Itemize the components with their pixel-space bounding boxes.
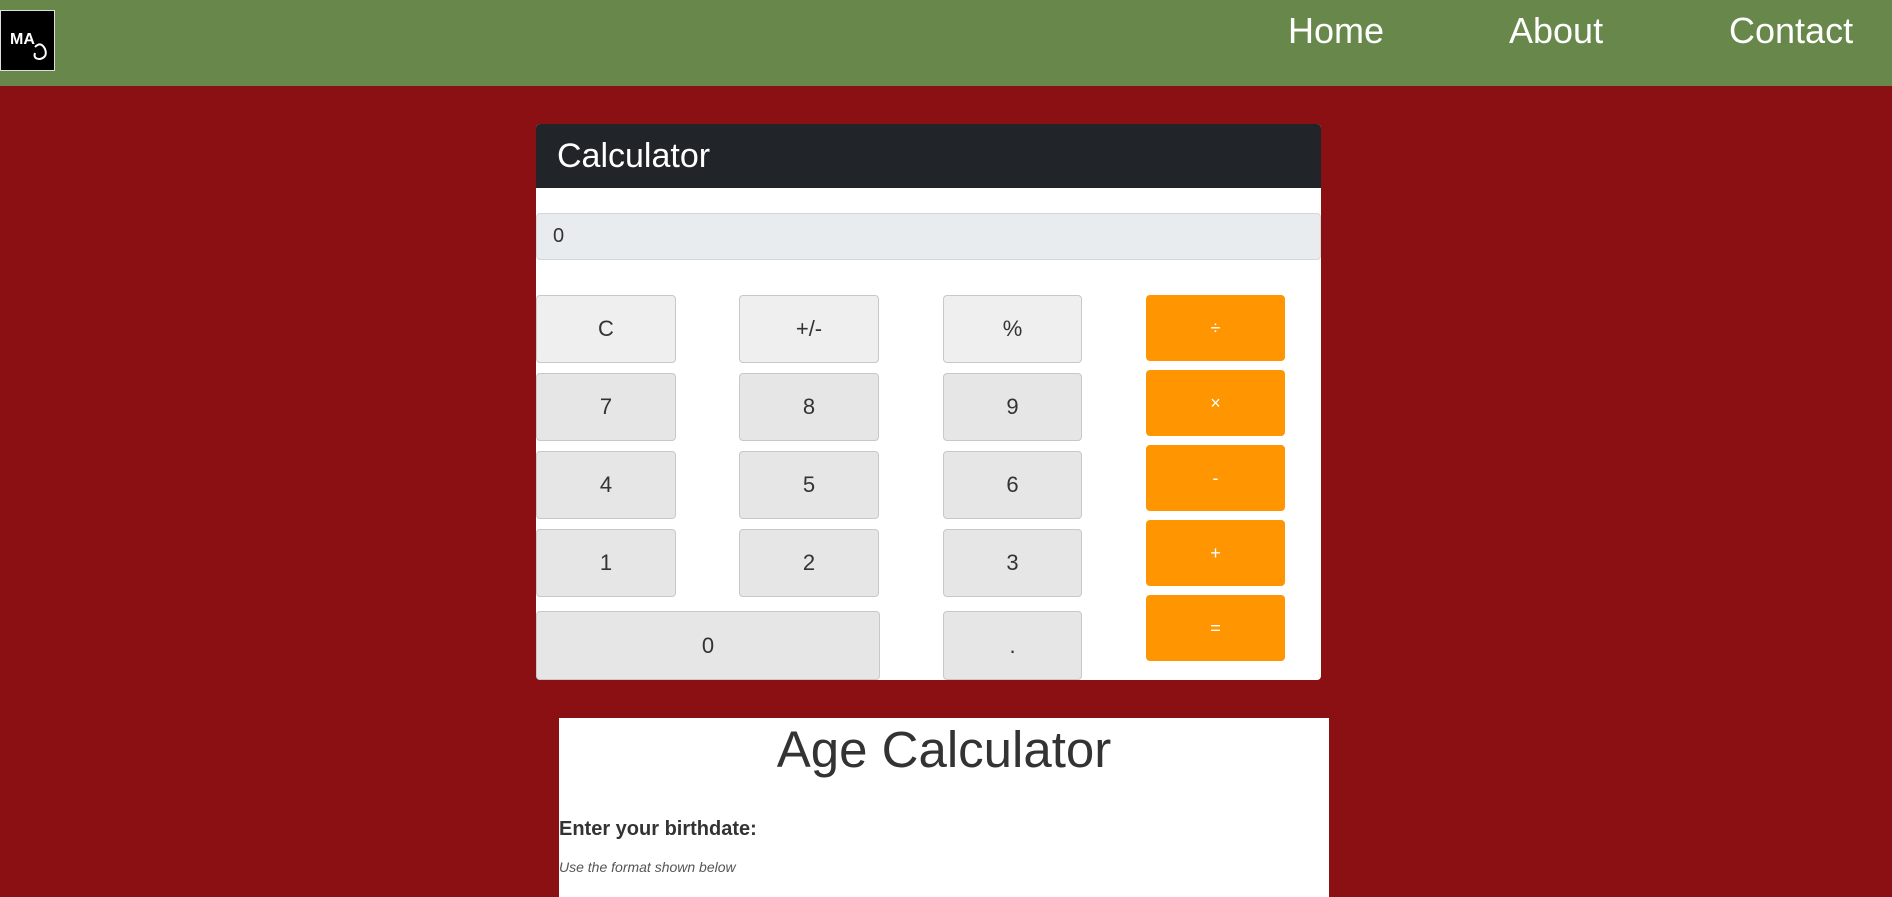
clear-button[interactable]: C (536, 295, 676, 363)
sign-toggle-button[interactable]: +/- (739, 295, 879, 363)
top-navbar: MA Home About Contact (0, 0, 1892, 86)
nav-home-link[interactable]: Home (1288, 8, 1384, 53)
nav-about-link[interactable]: About (1509, 8, 1603, 53)
logo-icon: MA (10, 31, 47, 61)
digit-5-button[interactable]: 5 (739, 451, 879, 519)
digit-8-button[interactable]: 8 (739, 373, 879, 441)
digit-3-button[interactable]: 3 (943, 529, 1082, 597)
birthdate-label: Enter your birthdate: (559, 818, 757, 840)
age-calculator-title: Age Calculator (776, 721, 1112, 778)
digit-6-button[interactable]: 6 (943, 451, 1082, 519)
birthdate-hint: Use the format shown below (559, 859, 736, 875)
digit-9-button[interactable]: 9 (943, 373, 1082, 441)
digit-2-button[interactable]: 2 (739, 529, 879, 597)
digit-0-button[interactable]: 0 (536, 611, 880, 680)
percent-button[interactable]: % (943, 295, 1082, 363)
calculator-display[interactable]: 0 (536, 213, 1321, 260)
calculator-title: Calculator (536, 124, 1321, 188)
decimal-button[interactable]: . (943, 611, 1082, 680)
digit-1-button[interactable]: 1 (536, 529, 676, 597)
divide-button[interactable]: ÷ (1146, 295, 1285, 361)
multiply-button[interactable]: × (1146, 370, 1285, 436)
logo[interactable]: MA (0, 10, 55, 71)
calculator-card: Calculator 0 C +/- % ÷ 7 8 9 × 4 5 6 - 1… (536, 124, 1321, 680)
age-calculator-card: Age Calculator Enter your birthdate: Use… (559, 718, 1329, 897)
digit-7-button[interactable]: 7 (536, 373, 676, 441)
svg-text:MA: MA (10, 31, 35, 48)
plus-button[interactable]: + (1146, 520, 1285, 586)
digit-4-button[interactable]: 4 (536, 451, 676, 519)
nav-contact-link[interactable]: Contact (1729, 8, 1853, 53)
equals-button[interactable]: = (1146, 595, 1285, 661)
minus-button[interactable]: - (1146, 445, 1285, 511)
